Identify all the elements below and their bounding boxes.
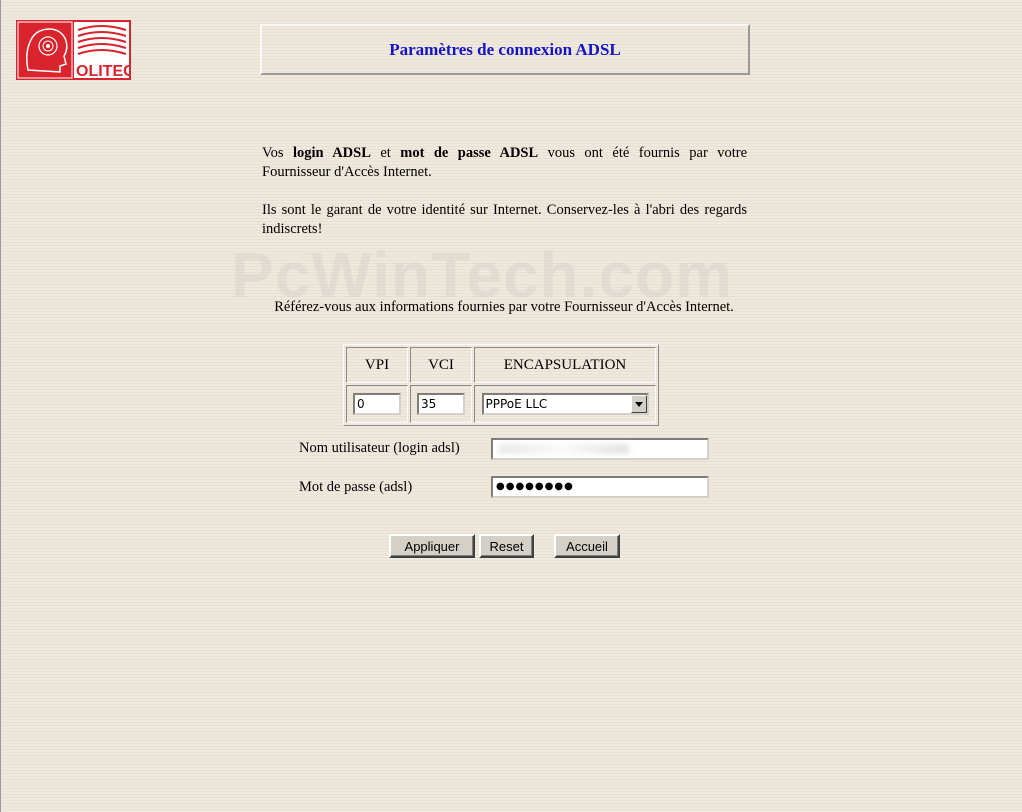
password-input[interactable]: ●●●●●●●● xyxy=(491,476,709,498)
home-button[interactable]: Accueil xyxy=(554,534,620,558)
username-label: Nom utilisateur (login adsl) xyxy=(299,440,460,456)
encapsulation-cell: PPPoE LLC xyxy=(474,385,656,423)
adsl-params-table: VPI VCI ENCAPSULATION 0 35 PPPoE LLC xyxy=(343,344,659,426)
reset-button[interactable]: Reset xyxy=(479,534,534,558)
username-input[interactable] xyxy=(491,438,709,460)
intro-paragraph-2: Ils sont le garant de votre identité sur… xyxy=(262,202,747,237)
blurred-username xyxy=(499,444,629,454)
page-title: Paramètres de connexion ADSL xyxy=(389,39,621,59)
vci-input[interactable]: 35 xyxy=(417,393,465,415)
password-label: Mot de passe (adsl) xyxy=(299,479,413,495)
vpi-input[interactable]: 0 xyxy=(353,393,401,415)
olitec-logo: OLITEC xyxy=(16,20,135,80)
apply-button[interactable]: Appliquer xyxy=(389,534,475,558)
encapsulation-select[interactable]: PPPoE LLC xyxy=(481,393,649,415)
encapsulation-header: ENCAPSULATION xyxy=(474,347,656,383)
intro-paragraph-1-line-2: Fournisseur d'Accès Internet. xyxy=(262,164,432,180)
chevron-down-icon[interactable] xyxy=(630,395,647,413)
vpi-header: VPI xyxy=(346,347,408,383)
login-adsl-term: login ADSL xyxy=(292,145,371,161)
password-adsl-term: mot de passe ADSL xyxy=(400,145,539,161)
vpi-cell: 0 xyxy=(346,385,408,423)
intro-paragraph-1-line-1: Vos login ADSL et mot de passe ADSL vous… xyxy=(262,145,748,161)
vci-cell: 35 xyxy=(410,385,472,423)
page-title-box: Paramètres de connexion ADSL xyxy=(260,24,750,75)
reference-text: Référez-vous aux informations fournies p… xyxy=(274,299,734,315)
vci-header: VCI xyxy=(410,347,472,383)
svg-text:OLITEC: OLITEC xyxy=(76,63,131,80)
encapsulation-selected-value: PPPoE LLC xyxy=(485,397,548,411)
